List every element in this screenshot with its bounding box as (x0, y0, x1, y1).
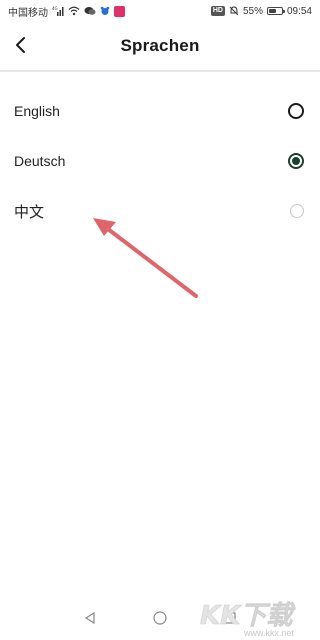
home-circle-icon (153, 611, 167, 625)
signal-icon: 4G (52, 6, 64, 16)
language-option-chinese[interactable]: 中文 (0, 186, 320, 236)
recents-square-icon (224, 612, 236, 624)
nav-recents-button[interactable] (221, 609, 239, 627)
chat-icon (84, 6, 96, 16)
language-label: English (14, 103, 60, 119)
language-option-english[interactable]: English (0, 86, 320, 136)
radio-selected-icon[interactable] (288, 153, 304, 169)
app-header: Sprachen (0, 22, 320, 72)
back-triangle-icon (84, 611, 95, 625)
language-label: Deutsch (14, 153, 66, 169)
network-type: 4G (52, 6, 58, 11)
nav-home-button[interactable] (151, 609, 169, 627)
status-bar: 中国移动 4G HD 55% 09:54 (0, 0, 320, 22)
language-list: English Deutsch 中文 (0, 86, 320, 236)
mute-icon (229, 6, 239, 16)
language-label: 中文 (14, 202, 45, 221)
radio-unselected-icon[interactable] (288, 103, 304, 119)
status-left: 中国移动 4G (8, 4, 125, 19)
battery-percent: 55% (242, 5, 263, 17)
radio-dot (292, 157, 300, 165)
hd-badge: HD (210, 6, 225, 16)
language-option-deutsch[interactable]: Deutsch (0, 136, 320, 186)
nav-back-button[interactable] (81, 609, 99, 627)
chevron-left-icon (16, 37, 25, 53)
app-notification-icon (114, 5, 125, 17)
language-settings-screen: 中国移动 4G HD 55% 09:54 Sprachen English De… (0, 0, 320, 640)
carrier-label: 中国移动 (8, 7, 48, 19)
bear-app-icon (100, 6, 110, 16)
status-right: HD 55% 09:54 (210, 5, 312, 17)
watermark-url: www.kkx.net (243, 628, 294, 638)
radio-unselected-icon[interactable] (290, 204, 304, 218)
battery-level-fill (268, 9, 276, 13)
battery-icon (266, 7, 285, 15)
back-button[interactable] (10, 34, 32, 56)
wifi-icon (68, 6, 80, 16)
clock: 09:54 (286, 5, 312, 17)
page-title: Sprachen (120, 36, 200, 55)
